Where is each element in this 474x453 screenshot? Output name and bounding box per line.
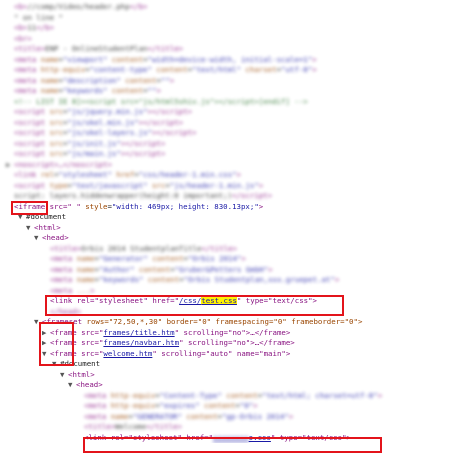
inner-head-label: <head> — [76, 380, 103, 389]
iframe-open: <iframe src=" — [14, 201, 72, 211]
frame-suffix: " scrolling="no">…</frame> — [174, 327, 291, 337]
inner-document-label: #document — [60, 359, 101, 368]
stylesheet-link-node-2[interactable]: <link rel="stylesheet" href="xxxxxxxxo.c… — [0, 433, 474, 444]
blurred-line: <meta name="Generator" content="Orbis 20… — [50, 254, 246, 263]
expand-triangle-icon[interactable]: ▼ — [68, 380, 76, 391]
blurred-line: <b>//comp/Video/header.php</b> — [14, 2, 148, 11]
link-prefix: <link rel="stylesheet" href=" — [50, 296, 180, 305]
link-suffix: " type="text/css"> — [236, 296, 317, 305]
document-node[interactable]: ▼ #document — [0, 212, 474, 223]
frame-title-link[interactable]: frames/title.htm — [103, 328, 174, 337]
document-label: #document — [26, 212, 67, 221]
frameset-attrs: rows="72,50,*,30" border="0" framespacin… — [86, 317, 363, 326]
inner-head-node[interactable]: ▼ <head> — [0, 380, 474, 391]
inner-html-node[interactable]: ▼ <html> — [0, 370, 474, 381]
iframe-close: > — [258, 201, 264, 211]
blurred-line: <meta name="description" content=""> — [14, 75, 175, 85]
blurred-line: script: layers.hiddenwrapper(height:0 im… — [14, 191, 273, 200]
inner-document-node[interactable]: ▼ #document — [0, 359, 474, 370]
expand-triangle-icon[interactable]: ▶ — [42, 328, 50, 339]
frame-navbar-link[interactable]: frames/navbar.htm — [103, 338, 179, 347]
html-node[interactable]: ▼ <html> — [0, 223, 474, 234]
expand-triangle-icon[interactable]: ▼ — [26, 223, 34, 234]
blurred-line: <br> — [14, 33, 32, 43]
head-label: <head> — [42, 233, 69, 242]
iframe-src-blurred — [72, 202, 76, 211]
expand-triangle-icon[interactable]: ▼ — [18, 212, 26, 223]
blurred-line: <meta ...> — [50, 285, 95, 295]
blurred-line: <meta http-equiv="expires" content="0"> — [84, 401, 258, 410]
frame-suffix: " scrolling="no">…</frame> — [179, 338, 295, 347]
frame-prefix: <frame src=" — [50, 348, 104, 358]
expand-triangle-icon[interactable]: ▼ — [34, 317, 42, 328]
blurred-line: <script src="js/init.js"></script> — [14, 138, 166, 148]
head-node[interactable]: ▼ <head> — [0, 233, 474, 244]
expand-triangle-icon[interactable]: ▶ — [42, 338, 50, 349]
link2-suffix: " type="text/css"> — [270, 432, 351, 442]
expand-triangle-icon[interactable]: ▼ — [34, 233, 42, 244]
test-css-link[interactable]: test.css — [201, 296, 237, 305]
frameset-node[interactable]: ▼ <frameset rows="72,50,*,30" border="0" … — [0, 317, 474, 328]
blurred-line: <b>11</b> — [14, 23, 55, 32]
blurred-line: <link rel="stylesheet" href="css/header-… — [14, 170, 241, 179]
blurred-line: <script type="text/javascript" src="js/h… — [14, 180, 264, 190]
blurred-line: <script src="js/main.js"></script> — [14, 149, 166, 158]
frame-node-title[interactable]: ▶ <frame src="frames/title.htm" scrolling… — [0, 328, 474, 339]
inner-html-label: <html> — [68, 369, 95, 379]
link2-prefix: <link rel="stylesheet" href=" — [84, 432, 214, 442]
css-dir-link[interactable]: /css/ — [179, 296, 201, 305]
frame-node-welcome[interactable]: ▼ <frame src="welcome.htm" scrolling="aut… — [0, 349, 474, 360]
blurred-line: <meta http-equiv="content-type" content=… — [14, 65, 317, 74]
blurred-line: <title>ENP - OnlineStudentPlan</title> — [14, 44, 184, 53]
frame-welcome-link[interactable]: welcome.htm — [103, 349, 152, 358]
blurred-line: <meta name="Author" content="Gruber&Pett… — [50, 264, 273, 274]
blurred-line: " on line " — [14, 12, 63, 22]
blurred-line: </head> — [50, 306, 82, 316]
blurred-line: <script src="js/skel.min.js"></script> — [14, 117, 184, 127]
frame-prefix: <frame src=" — [50, 327, 104, 337]
expand-triangle-icon[interactable]: ▼ — [60, 370, 68, 381]
blurred-line: <script src="js/jquery.min.js"></script> — [14, 107, 193, 116]
iframe-style: width: 469px; height: 830.13px; — [116, 201, 255, 211]
blurred-line: <!-- LIST IE 8]><script src="js/html5shi… — [14, 96, 308, 106]
blurred-line: ▶ <noscript>…</noscript> — [6, 159, 112, 169]
blurred-line: <meta name="keywords" content="Orbis Stu… — [50, 275, 340, 284]
stylesheet-link-node[interactable]: <link rel="stylesheet" href="/css/test.c… — [0, 296, 474, 307]
frame-node-navbar[interactable]: ▶ <frame src="frames/navbar.htm" scrollin… — [0, 338, 474, 349]
frame-suffix: " scrolling="auto" name="main"> — [152, 348, 291, 358]
blurred-line: <title>Orbis 2014 StudentplanTitle</titl… — [50, 243, 237, 253]
blurred-line: <meta name="viewport" content="width=dev… — [14, 54, 317, 64]
blurred-line: <meta name="GENERATOR" content="gp-Orbis… — [84, 411, 294, 421]
blurred-line: <title>Welcome</title> — [84, 422, 182, 431]
blurred-line: <script src="js/skel-layers.js"></script… — [14, 128, 197, 137]
elements-panel: <b>//comp/Video/header.php</b> " on line… — [0, 0, 474, 453]
html-label: <html> — [34, 222, 61, 232]
o-css-link[interactable]: o.css — [249, 433, 271, 442]
expand-triangle-icon[interactable]: ▼ — [42, 349, 50, 360]
frame-prefix: <frame src=" — [50, 338, 104, 347]
blurred-line: <meta http-equiv="Content-Type" content=… — [84, 390, 383, 400]
frameset-tag: frameset — [46, 317, 83, 326]
link2-href-blurred: xxxxxxxx — [213, 432, 249, 442]
iframe-node[interactable]: <iframe src=" " style="width: 469px; hei… — [0, 202, 474, 213]
blurred-line: <meta name="keywords" content=""> — [14, 86, 161, 95]
expand-triangle-icon[interactable]: ▼ — [52, 359, 60, 370]
